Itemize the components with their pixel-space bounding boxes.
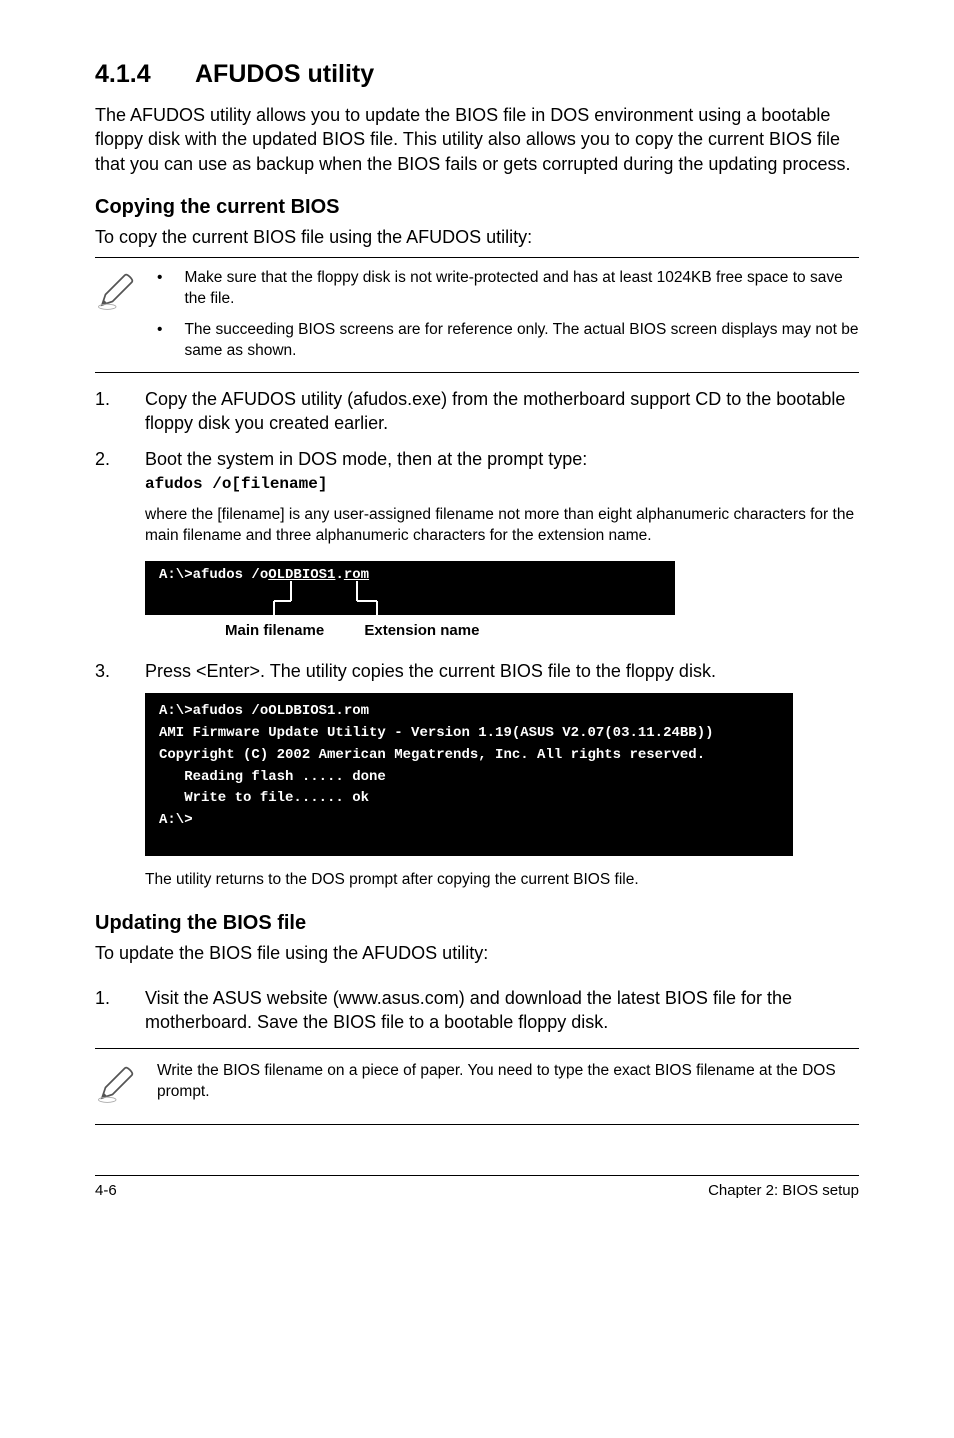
page-footer: 4-6 Chapter 2: BIOS setup <box>95 1175 859 1199</box>
code-command: afudos /o[filename] <box>145 474 859 496</box>
filename-note: where the [filename] is any user-assigne… <box>145 505 859 547</box>
terminal-line: Copyright (C) 2002 American Megatrends, … <box>159 745 779 767</box>
updating-step-1: Visit the ASUS website (www.asus.com) an… <box>145 986 859 1035</box>
post-terminal-note: The utility returns to the DOS prompt af… <box>145 870 859 891</box>
step-3-text: Press <Enter>. The utility copies the cu… <box>145 659 859 683</box>
label-main-filename: Main filename <box>225 621 324 641</box>
terminal-line: A:\> <box>159 810 779 832</box>
step-1-text: Copy the AFUDOS utility (afudos.exe) fro… <box>145 387 859 436</box>
note-text-1: Make sure that the floppy disk is not wr… <box>184 268 859 310</box>
footer-page-number: 4-6 <box>95 1182 117 1199</box>
label-extension-name: Extension name <box>364 621 479 641</box>
step-item: Copy the AFUDOS utility (afudos.exe) fro… <box>95 387 859 436</box>
copying-intro: To copy the current BIOS file using the … <box>95 225 859 249</box>
copying-heading: Copying the current BIOS <box>95 196 859 219</box>
note-block: • Make sure that the floppy disk is not … <box>95 257 859 373</box>
step-item: Visit the ASUS website (www.asus.com) an… <box>95 986 859 1035</box>
step-item: Boot the system in DOS mode, then at the… <box>95 447 859 641</box>
callout-labels: Main filename Extension name <box>145 621 859 641</box>
note-text-2: The succeeding BIOS screens are for refe… <box>184 320 859 362</box>
terminal-line: Write to file...... ok <box>159 788 779 810</box>
updating-heading: Updating the BIOS file <box>95 912 859 935</box>
section-heading: 4.1.4AFUDOS utility <box>95 60 859 89</box>
terminal-output: A:\>afudos /oOLDBIOS1.rom AMI Firmware U… <box>145 693 793 855</box>
updating-note-text: Write the BIOS filename on a piece of pa… <box>157 1061 859 1112</box>
terminal-output: A:\>afudos /oOLDBIOS1.rom <box>145 561 675 615</box>
section-intro: The AFUDOS utility allows you to update … <box>95 103 859 176</box>
footer-chapter: Chapter 2: BIOS setup <box>708 1182 859 1199</box>
pencil-note-icon <box>95 268 137 362</box>
section-title-text: AFUDOS utility <box>195 60 374 88</box>
pencil-note-icon <box>95 1061 137 1112</box>
step-item: Press <Enter>. The utility copies the cu… <box>95 659 859 890</box>
note-block: Write the BIOS filename on a piece of pa… <box>95 1048 859 1125</box>
bullet-dot: • <box>157 268 162 310</box>
step-2-text: Boot the system in DOS mode, then at the… <box>145 447 859 471</box>
terminal-line: AMI Firmware Update Utility - Version 1.… <box>159 723 779 745</box>
section-number: 4.1.4 <box>95 60 195 89</box>
terminal-line: Reading flash ..... done <box>159 767 779 789</box>
bullet-dot: • <box>157 320 162 362</box>
terminal-line: A:\>afudos /oOLDBIOS1.rom <box>159 701 779 723</box>
updating-intro: To update the BIOS file using the AFUDOS… <box>95 941 859 965</box>
terminal-line: A:\>afudos /oOLDBIOS1.rom <box>159 567 369 583</box>
